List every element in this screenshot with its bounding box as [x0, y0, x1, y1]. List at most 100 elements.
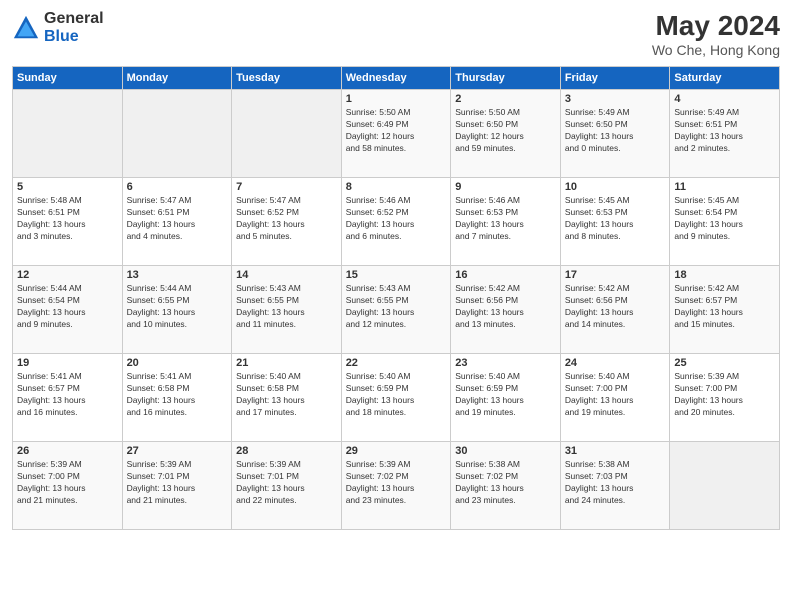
day-info: Sunrise: 5:39 AM Sunset: 7:02 PM Dayligh…: [346, 459, 447, 507]
day-info: Sunrise: 5:41 AM Sunset: 6:57 PM Dayligh…: [17, 371, 118, 419]
month-title: May 2024: [652, 10, 780, 42]
day-info: Sunrise: 5:38 AM Sunset: 7:02 PM Dayligh…: [455, 459, 556, 507]
day-cell: 20Sunrise: 5:41 AM Sunset: 6:58 PM Dayli…: [122, 354, 232, 442]
day-cell: 15 Sunrise: 5:43 AM Sunset: 6:55 PM Dayli…: [341, 266, 451, 354]
day-info: Sunrise: 5:45 AM Sunset: 6:54 PM Dayligh…: [674, 195, 775, 243]
day-info: Sunrise: 5:50 AM Sunset: 6:50 PM Dayligh…: [455, 107, 556, 155]
day-info: Sunrise: 5:46 AM Sunset: 6:52 PM Dayligh…: [346, 195, 447, 243]
day-cell: [13, 90, 123, 178]
day-info: Sunrise: 5:47 AM Sunset: 6:51 PM Dayligh…: [127, 195, 228, 243]
day-info: Sunrise: 5:39 AM Sunset: 7:01 PM Dayligh…: [236, 459, 337, 507]
day-number: 18: [674, 269, 775, 281]
day-number: 13: [127, 269, 228, 281]
day-info: Sunrise: 5:49 AM Sunset: 6:50 PM Dayligh…: [565, 107, 666, 155]
day-number: 12: [17, 269, 118, 281]
day-number: 9: [455, 181, 556, 193]
day-info: Sunrise: 5:45 AM Sunset: 6:53 PM Dayligh…: [565, 195, 666, 243]
day-info: Sunrise: 5:50 AM Sunset: 6:49 PM Dayligh…: [346, 107, 447, 155]
day-info: Sunrise: 5:39 AM Sunset: 7:00 PM Dayligh…: [17, 459, 118, 507]
week-row-3: 12 Sunrise: 5:44 AM Sunset: 6:54 PM Dayli…: [13, 266, 780, 354]
day-number: 26: [17, 445, 118, 457]
day-cell: 17Sunrise: 5:42 AM Sunset: 6:56 PM Dayli…: [560, 266, 670, 354]
day-cell: 5 Sunrise: 5:48 AM Sunset: 6:51 PM Daylig…: [13, 178, 123, 266]
day-number: 28: [236, 445, 337, 457]
day-cell: 1Sunrise: 5:50 AM Sunset: 6:49 PM Daylig…: [341, 90, 451, 178]
logo-text: General Blue: [44, 10, 104, 45]
day-header-thursday: Thursday: [451, 67, 561, 90]
day-number: 16: [455, 269, 556, 281]
calendar-table: SundayMondayTuesdayWednesdayThursdayFrid…: [12, 66, 780, 530]
day-number: 15: [346, 269, 447, 281]
day-number: 27: [127, 445, 228, 457]
week-row-5: 26 Sunrise: 5:39 AM Sunset: 7:00 PM Dayli…: [13, 442, 780, 530]
day-cell: 2 Sunrise: 5:50 AM Sunset: 6:50 PM Daylig…: [451, 90, 561, 178]
day-header-wednesday: Wednesday: [341, 67, 451, 90]
day-cell: 14Sunrise: 5:43 AM Sunset: 6:55 PM Dayli…: [232, 266, 342, 354]
day-cell: 10Sunrise: 5:45 AM Sunset: 6:53 PM Dayli…: [560, 178, 670, 266]
day-number: 5: [17, 181, 118, 193]
day-cell: 9 Sunrise: 5:46 AM Sunset: 6:53 PM Daylig…: [451, 178, 561, 266]
day-number: 24: [565, 357, 666, 369]
day-number: 23: [455, 357, 556, 369]
day-info: Sunrise: 5:40 AM Sunset: 7:00 PM Dayligh…: [565, 371, 666, 419]
day-cell: 3 Sunrise: 5:49 AM Sunset: 6:50 PM Daylig…: [560, 90, 670, 178]
day-info: Sunrise: 5:43 AM Sunset: 6:55 PM Dayligh…: [346, 283, 447, 331]
day-number: 31: [565, 445, 666, 457]
day-info: Sunrise: 5:38 AM Sunset: 7:03 PM Dayligh…: [565, 459, 666, 507]
day-number: 30: [455, 445, 556, 457]
day-cell: 19 Sunrise: 5:41 AM Sunset: 6:57 PM Dayli…: [13, 354, 123, 442]
day-cell: 21Sunrise: 5:40 AM Sunset: 6:58 PM Dayli…: [232, 354, 342, 442]
logo-general: General: [44, 10, 104, 28]
day-header-monday: Monday: [122, 67, 232, 90]
day-number: 19: [17, 357, 118, 369]
day-header-tuesday: Tuesday: [232, 67, 342, 90]
day-cell: 13 Sunrise: 5:44 AM Sunset: 6:55 PM Dayli…: [122, 266, 232, 354]
day-info: Sunrise: 5:48 AM Sunset: 6:51 PM Dayligh…: [17, 195, 118, 243]
day-cell: 8Sunrise: 5:46 AM Sunset: 6:52 PM Daylig…: [341, 178, 451, 266]
day-info: Sunrise: 5:39 AM Sunset: 7:00 PM Dayligh…: [674, 371, 775, 419]
day-number: 20: [127, 357, 228, 369]
day-number: 4: [674, 93, 775, 105]
week-row-4: 19 Sunrise: 5:41 AM Sunset: 6:57 PM Dayli…: [13, 354, 780, 442]
day-number: 3: [565, 93, 666, 105]
location: Wo Che, Hong Kong: [652, 42, 780, 58]
day-number: 11: [674, 181, 775, 193]
day-info: Sunrise: 5:44 AM Sunset: 6:54 PM Dayligh…: [17, 283, 118, 331]
logo-blue: Blue: [44, 28, 104, 46]
day-cell: 29Sunrise: 5:39 AM Sunset: 7:02 PM Dayli…: [341, 442, 451, 530]
header-row: SundayMondayTuesdayWednesdayThursdayFrid…: [13, 67, 780, 90]
day-info: Sunrise: 5:44 AM Sunset: 6:55 PM Dayligh…: [127, 283, 228, 331]
day-cell: 28 Sunrise: 5:39 AM Sunset: 7:01 PM Dayli…: [232, 442, 342, 530]
day-cell: 26 Sunrise: 5:39 AM Sunset: 7:00 PM Dayli…: [13, 442, 123, 530]
day-info: Sunrise: 5:39 AM Sunset: 7:01 PM Dayligh…: [127, 459, 228, 507]
day-info: Sunrise: 5:46 AM Sunset: 6:53 PM Dayligh…: [455, 195, 556, 243]
page-header: General Blue May 2024 Wo Che, Hong Kong: [12, 10, 780, 58]
day-info: Sunrise: 5:49 AM Sunset: 6:51 PM Dayligh…: [674, 107, 775, 155]
logo-icon: [12, 14, 40, 42]
title-section: May 2024 Wo Che, Hong Kong: [652, 10, 780, 58]
day-cell: 24 Sunrise: 5:40 AM Sunset: 7:00 PM Dayli…: [560, 354, 670, 442]
day-cell: 4 Sunrise: 5:49 AM Sunset: 6:51 PM Daylig…: [670, 90, 780, 178]
day-cell: [232, 90, 342, 178]
day-header-saturday: Saturday: [670, 67, 780, 90]
day-info: Sunrise: 5:47 AM Sunset: 6:52 PM Dayligh…: [236, 195, 337, 243]
day-header-friday: Friday: [560, 67, 670, 90]
week-row-1: 1Sunrise: 5:50 AM Sunset: 6:49 PM Daylig…: [13, 90, 780, 178]
week-row-2: 5 Sunrise: 5:48 AM Sunset: 6:51 PM Daylig…: [13, 178, 780, 266]
day-number: 14: [236, 269, 337, 281]
day-number: 7: [236, 181, 337, 193]
day-cell: 12 Sunrise: 5:44 AM Sunset: 6:54 PM Dayli…: [13, 266, 123, 354]
logo: General Blue: [12, 10, 104, 45]
day-cell: 6Sunrise: 5:47 AM Sunset: 6:51 PM Daylig…: [122, 178, 232, 266]
day-info: Sunrise: 5:42 AM Sunset: 6:56 PM Dayligh…: [455, 283, 556, 331]
day-number: 2: [455, 93, 556, 105]
day-number: 25: [674, 357, 775, 369]
day-info: Sunrise: 5:42 AM Sunset: 6:56 PM Dayligh…: [565, 283, 666, 331]
day-cell: 25 Sunrise: 5:39 AM Sunset: 7:00 PM Dayli…: [670, 354, 780, 442]
day-cell: 31 Sunrise: 5:38 AM Sunset: 7:03 PM Dayli…: [560, 442, 670, 530]
day-cell: 27 Sunrise: 5:39 AM Sunset: 7:01 PM Dayli…: [122, 442, 232, 530]
day-info: Sunrise: 5:40 AM Sunset: 6:59 PM Dayligh…: [455, 371, 556, 419]
day-number: 22: [346, 357, 447, 369]
day-cell: 30 Sunrise: 5:38 AM Sunset: 7:02 PM Dayli…: [451, 442, 561, 530]
day-cell: 23 Sunrise: 5:40 AM Sunset: 6:59 PM Dayli…: [451, 354, 561, 442]
